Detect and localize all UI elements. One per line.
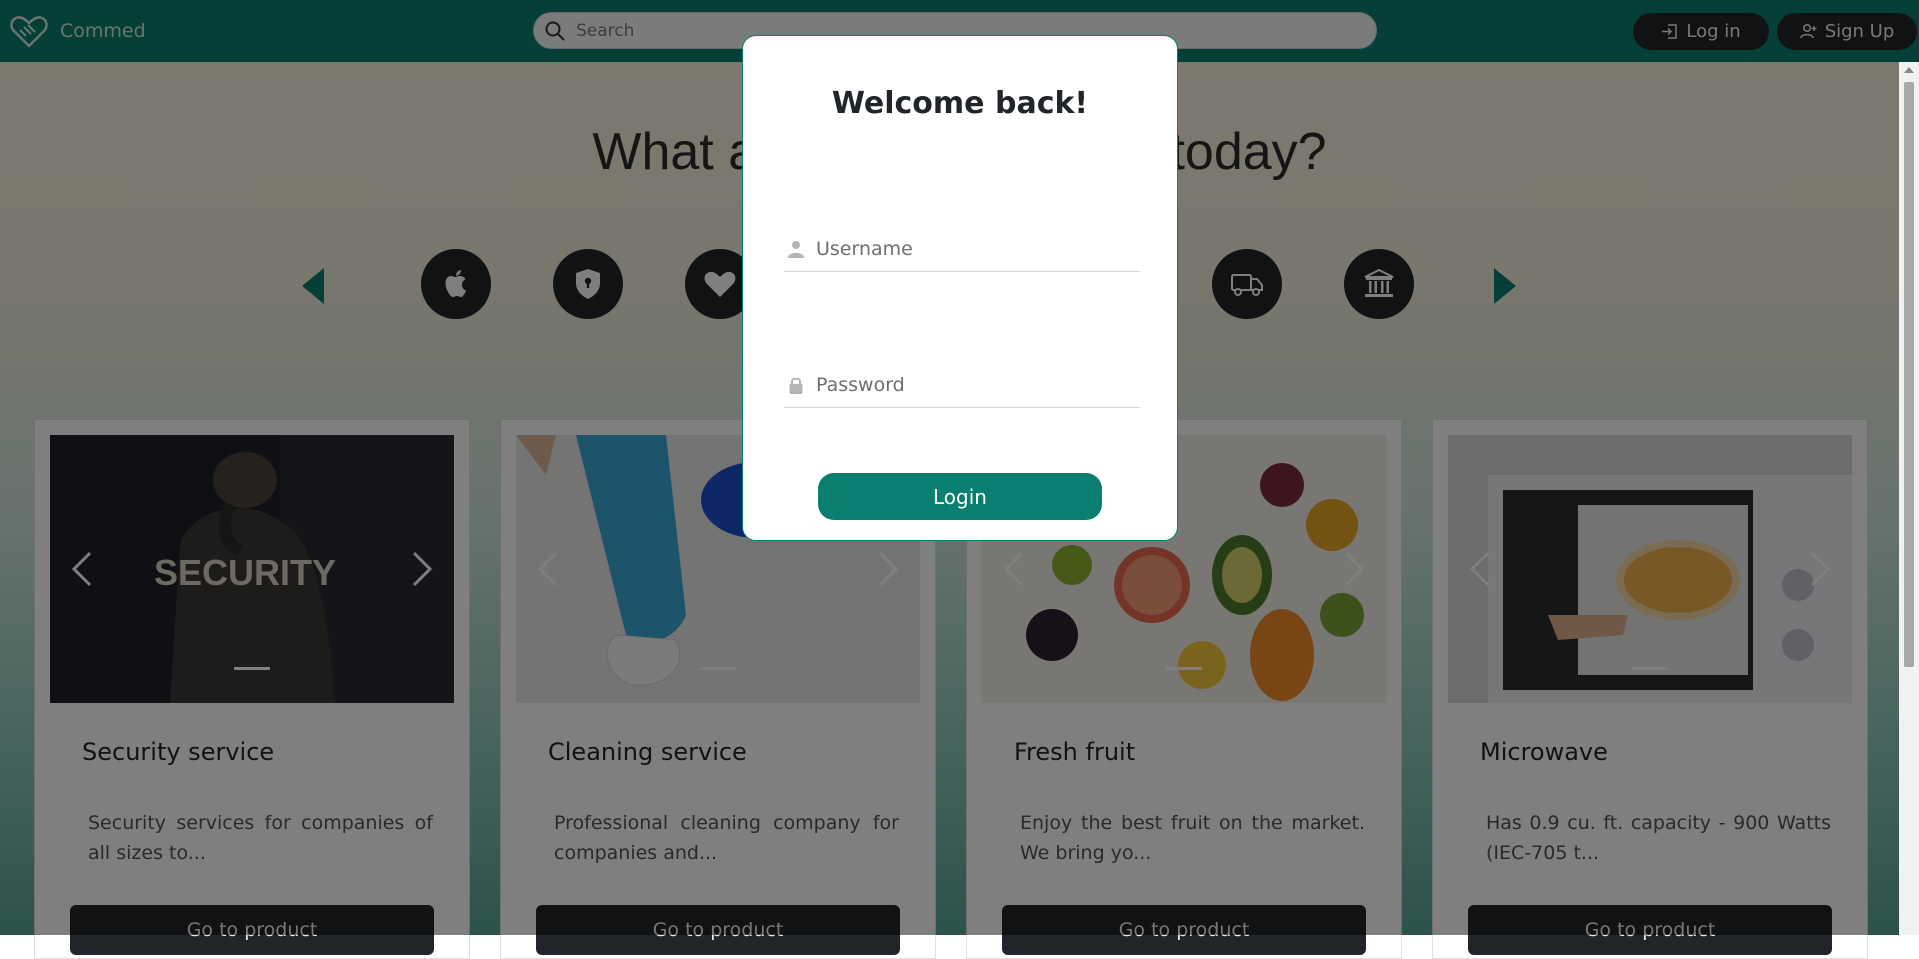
lock-icon <box>789 377 803 394</box>
username-field[interactable] <box>784 227 1140 272</box>
scrollbar-thumb[interactable] <box>1904 82 1914 667</box>
login-modal: Welcome back! Login <box>742 35 1178 541</box>
page-scrollbar[interactable] <box>1899 62 1919 935</box>
password-field[interactable] <box>784 363 1140 408</box>
scroll-up-arrow-icon[interactable] <box>1904 67 1914 73</box>
person-icon <box>788 241 804 258</box>
modal-login-button[interactable]: Login <box>818 473 1102 520</box>
username-input[interactable] <box>814 237 1138 261</box>
password-input[interactable] <box>814 373 1138 397</box>
modal-title: Welcome back! <box>831 86 1089 121</box>
